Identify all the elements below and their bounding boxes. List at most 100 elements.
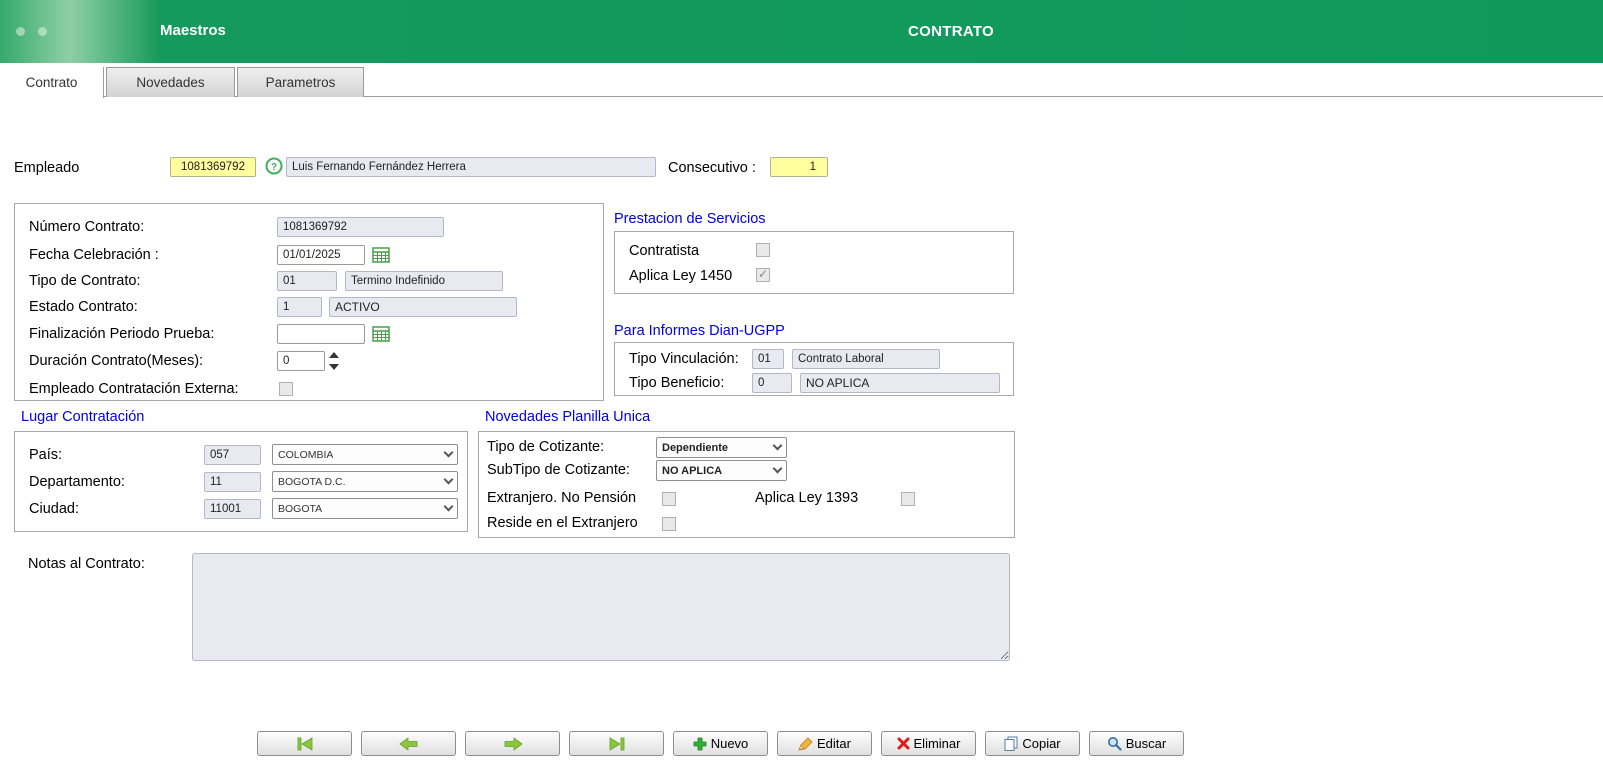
prestacion-groupbox: Contratista Aplica Ley 1450 bbox=[614, 231, 1014, 294]
previous-record-icon bbox=[398, 736, 417, 751]
spinner-up-icon[interactable] bbox=[329, 352, 339, 358]
help-icon[interactable]: ? bbox=[265, 157, 283, 175]
eliminar-button-label: Eliminar bbox=[913, 736, 961, 751]
consecutivo-field[interactable]: 1 bbox=[770, 157, 828, 177]
numero-contrato-field[interactable]: 1081369792 bbox=[277, 217, 444, 237]
departamento-label: Departamento: bbox=[29, 474, 125, 490]
ciudad-selected-value: BOGOTA bbox=[278, 502, 323, 515]
chevron-down-icon bbox=[443, 474, 454, 485]
subtipo-cotizante-select[interactable]: NO APLICA bbox=[656, 460, 787, 481]
spinner-down-icon[interactable] bbox=[329, 364, 339, 370]
contratacion-externa-checkbox[interactable] bbox=[279, 382, 293, 396]
ciudad-code-field[interactable]: 11001 bbox=[204, 499, 261, 519]
plus-icon bbox=[693, 737, 707, 750]
subtipo-cotizante-label: SubTipo de Cotizante: bbox=[487, 462, 630, 478]
tipo-vinculacion-label: Tipo Vinculación: bbox=[629, 351, 739, 367]
duracion-contrato-label: Duración Contrato(Meses): bbox=[29, 353, 204, 369]
chevron-down-icon bbox=[772, 440, 783, 451]
finalizacion-prueba-field[interactable] bbox=[277, 324, 365, 344]
tipo-contrato-desc-field[interactable]: Termino Indefinido bbox=[345, 271, 503, 291]
tab-label: Novedades bbox=[136, 75, 205, 90]
tipo-beneficio-label: Tipo Beneficio: bbox=[629, 375, 725, 391]
tipo-cotizante-select[interactable]: Dependiente bbox=[656, 437, 787, 458]
contratacion-externa-label: Empleado Contratación Externa: bbox=[29, 381, 239, 397]
empleado-name-field[interactable]: Luis Fernando Fernández Herrera bbox=[286, 157, 656, 177]
chevron-down-icon bbox=[443, 447, 454, 458]
tipo-contrato-label: Tipo de Contrato: bbox=[29, 273, 141, 289]
record-toolbar: Nuevo Editar Eliminar Copiar Buscar bbox=[257, 731, 1184, 756]
app-title: Maestros bbox=[160, 22, 226, 39]
ciudad-select[interactable]: BOGOTA bbox=[272, 498, 458, 519]
tab-label: Contrato bbox=[25, 75, 78, 90]
first-record-button[interactable] bbox=[257, 731, 352, 756]
previous-record-button[interactable] bbox=[361, 731, 456, 756]
subtipo-cotizante-selected-value: NO APLICA bbox=[662, 464, 723, 477]
departamento-select[interactable]: BOGOTA D.C. bbox=[272, 471, 458, 492]
tab-parametros[interactable]: Parametros bbox=[237, 67, 364, 97]
pais-select[interactable]: COLOMBIA bbox=[272, 444, 458, 465]
tab-contrato[interactable]: Contrato bbox=[0, 67, 104, 98]
aplica-ley-1393-label: Aplica Ley 1393 bbox=[755, 490, 859, 506]
tipo-vinculacion-desc-field[interactable]: Contrato Laboral bbox=[792, 349, 940, 369]
departamento-code-field[interactable]: 11 bbox=[204, 472, 261, 492]
tab-novedades[interactable]: Novedades bbox=[106, 67, 235, 97]
eliminar-button[interactable]: Eliminar bbox=[881, 731, 976, 756]
aplica-ley-1393-checkbox[interactable] bbox=[901, 492, 915, 506]
search-icon bbox=[1107, 737, 1122, 751]
svg-text:?: ? bbox=[271, 162, 277, 173]
contract-form-screen: Maestros CONTRATO Contrato Novedades Par… bbox=[0, 0, 1603, 774]
planilla-title: Novedades Planilla Unica bbox=[485, 409, 651, 425]
tipo-beneficio-code-field[interactable]: 0 bbox=[752, 373, 792, 393]
buscar-button[interactable]: Buscar bbox=[1089, 731, 1184, 756]
notas-textarea[interactable] bbox=[192, 553, 1010, 661]
lugar-groupbox: País: 057 COLOMBIA Departamento: 11 BOGO… bbox=[14, 431, 468, 532]
tipo-vinculacion-code-field[interactable]: 01 bbox=[752, 349, 784, 369]
ciudad-label: Ciudad: bbox=[29, 501, 79, 517]
nuevo-button-label: Nuevo bbox=[710, 736, 749, 751]
tab-bar: Contrato Novedades Parametros bbox=[0, 67, 1603, 98]
extranjero-no-pension-checkbox[interactable] bbox=[662, 492, 676, 506]
dian-title: Para Informes Dian-UGPP bbox=[614, 323, 785, 339]
last-record-button[interactable] bbox=[569, 731, 664, 756]
editar-button-label: Editar bbox=[817, 736, 851, 751]
last-record-icon bbox=[609, 736, 624, 751]
pais-label: País: bbox=[29, 447, 63, 463]
fecha-celebracion-field[interactable]: 01/01/2025 bbox=[277, 245, 365, 265]
contract-details-groupbox: Número Contrato: 1081369792 Fecha Celebr… bbox=[14, 203, 604, 401]
planilla-groupbox: Tipo de Cotizante: Dependiente SubTipo d… bbox=[478, 431, 1015, 538]
tipo-cotizante-selected-value: Dependiente bbox=[662, 441, 729, 454]
lugar-title: Lugar Contratación bbox=[21, 409, 145, 425]
empleado-code-field[interactable]: 1081369792 bbox=[170, 157, 256, 177]
estado-contrato-desc-field[interactable]: ACTIVO bbox=[329, 297, 517, 317]
copiar-button[interactable]: Copiar bbox=[985, 731, 1080, 756]
aplica-ley-1450-checkbox[interactable] bbox=[756, 267, 770, 282]
app-header: Maestros CONTRATO bbox=[0, 0, 1603, 63]
estado-contrato-code-field[interactable]: 1 bbox=[277, 297, 322, 317]
calendar-icon[interactable] bbox=[372, 325, 392, 344]
fecha-celebracion-label: Fecha Celebración : bbox=[29, 247, 159, 263]
tipo-contrato-code-field[interactable]: 01 bbox=[277, 271, 337, 291]
chevron-down-icon bbox=[443, 501, 454, 512]
tipo-beneficio-desc-field[interactable]: NO APLICA bbox=[800, 373, 1000, 393]
duracion-spinner bbox=[327, 350, 341, 372]
nuevo-button[interactable]: Nuevo bbox=[673, 731, 768, 756]
page-title: CONTRATO bbox=[908, 23, 995, 40]
estado-contrato-label: Estado Contrato: bbox=[29, 299, 138, 315]
next-record-icon bbox=[504, 736, 523, 751]
reside-extranjero-checkbox[interactable] bbox=[662, 517, 676, 531]
reside-extranjero-label: Reside en el Extranjero bbox=[487, 515, 638, 531]
consecutivo-label: Consecutivo : bbox=[668, 160, 756, 176]
copy-icon bbox=[1004, 736, 1018, 751]
header-dot-icon bbox=[38, 27, 47, 36]
notas-label: Notas al Contrato: bbox=[28, 556, 145, 572]
duracion-contrato-field[interactable]: 0 bbox=[277, 351, 325, 371]
tipo-cotizante-label: Tipo de Cotizante: bbox=[487, 439, 605, 455]
finalizacion-prueba-label: Finalización Periodo Prueba: bbox=[29, 326, 215, 342]
next-record-button[interactable] bbox=[465, 731, 560, 756]
calendar-icon[interactable] bbox=[372, 246, 392, 265]
numero-contrato-label: Número Contrato: bbox=[29, 219, 145, 235]
contratista-checkbox[interactable] bbox=[756, 243, 770, 257]
editar-button[interactable]: Editar bbox=[777, 731, 872, 756]
chevron-down-icon bbox=[772, 463, 783, 474]
pais-code-field[interactable]: 057 bbox=[204, 445, 261, 465]
